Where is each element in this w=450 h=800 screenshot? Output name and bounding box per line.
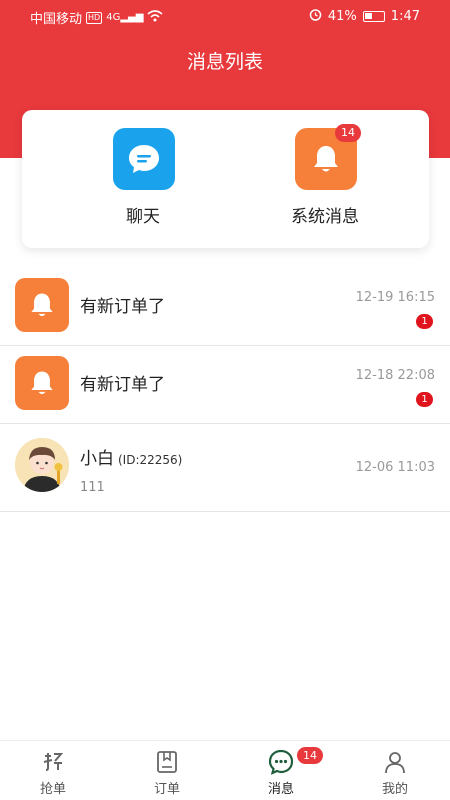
chat-list-item[interactable]: 小白 (ID:22256) 111 12-06 11:03 (0, 424, 450, 512)
list-item[interactable]: 有新订单了 12-19 16:15 1 (0, 268, 450, 346)
profile-icon (382, 749, 408, 775)
system-messages-badge: 14 (335, 124, 361, 142)
unread-badge: 1 (416, 392, 433, 407)
tab-label: 消息 (267, 782, 294, 797)
status-bar: 中国移动 HD 4G▂▄▆ 41% 1:47 (0, 0, 450, 32)
bell-icon (15, 356, 69, 410)
chat-last-message: 111 (80, 480, 105, 495)
order-icon (154, 749, 180, 775)
tab-orders[interactable]: 订单 (127, 745, 207, 797)
alarm-icon (309, 8, 322, 25)
grab-order-icon (40, 749, 66, 775)
status-left: 中国移动 HD 4G▂▄▆ (30, 8, 163, 27)
message-time: 12-18 22:08 (355, 368, 435, 383)
chat-name: 小白 (80, 449, 114, 469)
chat-user-id: (ID:22256) (118, 453, 183, 467)
battery-percent: 41% (327, 9, 357, 24)
avatar (15, 438, 69, 492)
tab-label: 我的 (381, 782, 408, 797)
message-time: 12-19 16:15 (355, 290, 435, 305)
chat-time: 12-06 11:03 (355, 460, 435, 475)
category-card: 聊天 系统消息 14 (22, 110, 429, 248)
tab-label: 订单 (153, 782, 180, 797)
clock: 1:47 (390, 9, 420, 24)
status-right: 41% 1:47 (309, 8, 420, 25)
category-label: 系统消息 (291, 207, 359, 227)
list-item[interactable]: 有新订单了 12-18 22:08 1 (0, 346, 450, 424)
page-title: 消息列表 (186, 51, 263, 73)
message-title: 有新订单了 (80, 375, 165, 395)
tab-profile[interactable]: 我的 (355, 745, 435, 797)
category-label: 聊天 (126, 207, 160, 227)
category-chat[interactable]: 聊天 (78, 128, 208, 238)
message-icon (268, 749, 294, 775)
tab-grab-order[interactable]: 抢单 (13, 745, 93, 797)
hd-icon: HD (86, 11, 103, 24)
tab-label: 抢单 (39, 782, 66, 797)
messages-tab-badge: 14 (297, 747, 323, 764)
chat-bubble-icon (113, 128, 175, 190)
unread-badge: 1 (416, 314, 433, 329)
bell-icon (15, 278, 69, 332)
signal-icon: 4G▂▄▆ (106, 12, 144, 23)
carrier-name: 中国移动 (30, 12, 83, 27)
battery-icon (362, 11, 385, 22)
message-list: 有新订单了 12-19 16:15 1 有新订单了 12-18 22:08 1 (0, 268, 450, 512)
bottom-tab-bar: 抢单 订单 消息 14 我的 (0, 740, 450, 800)
chat-name-line: 小白 (ID:22256) (80, 444, 182, 469)
category-system-messages[interactable]: 系统消息 (260, 128, 390, 238)
wifi-icon (147, 9, 163, 26)
message-title: 有新订单了 (80, 297, 165, 317)
